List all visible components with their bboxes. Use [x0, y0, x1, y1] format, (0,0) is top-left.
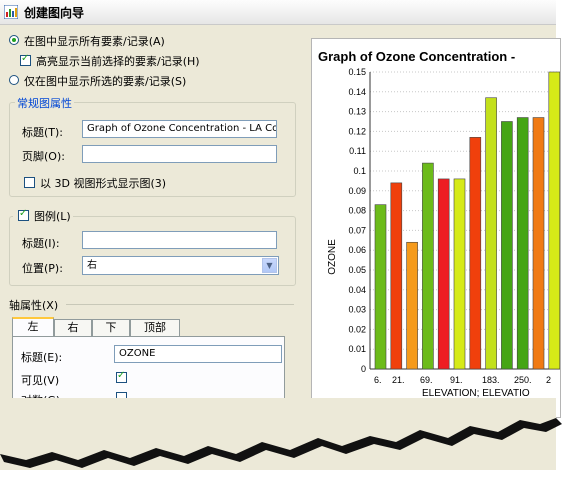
- chart-bar: [485, 97, 497, 370]
- x-tick-label: 183.: [482, 375, 500, 385]
- chart-bar: [437, 178, 450, 370]
- chart-bar: [406, 241, 418, 370]
- y-tick-label: 0.11: [349, 146, 366, 156]
- y-tick-label: 0.07: [348, 225, 366, 235]
- torn-edge-decoration: [0, 398, 562, 468]
- x-tick-label: 250.: [514, 375, 532, 385]
- tab-left[interactable]: 左: [12, 317, 54, 337]
- chart-bar: [548, 71, 561, 370]
- axis-visible-label: 可见(V): [21, 374, 60, 387]
- footer-label: 页脚(O):: [22, 150, 65, 163]
- checkbox-legend-label: 图例(L): [34, 210, 71, 223]
- checkbox-legend[interactable]: [18, 208, 29, 221]
- y-tick-label: 0.03: [348, 305, 366, 315]
- legend-title-label: 标题(I):: [22, 237, 60, 250]
- tab-bottom[interactable]: 下: [92, 319, 130, 336]
- chart-bars: [374, 71, 561, 370]
- x-tick-label: 6.: [374, 375, 382, 385]
- checkbox-highlight[interactable]: [20, 53, 31, 66]
- chart-bar: [422, 162, 434, 370]
- legend-position-value: 右: [87, 260, 97, 271]
- y-tick-label: 0.09: [348, 186, 366, 196]
- y-tick-label: 0: [361, 364, 366, 374]
- title-bar: 创建图向导: [0, 0, 556, 25]
- axis-title-label: 标题(E):: [21, 351, 63, 364]
- chart-bar: [469, 137, 482, 370]
- chart-preview: Graph of Ozone Concentration - OZONE ELE…: [311, 38, 561, 418]
- chart-bar: [374, 204, 387, 370]
- chevron-down-icon[interactable]: ▼: [262, 258, 277, 273]
- chart-title-label: 标题(T):: [22, 126, 64, 139]
- chart-title-input[interactable]: Graph of Ozone Concentration - LA Co: [82, 120, 277, 138]
- x-tick-label: 21.: [392, 375, 405, 385]
- chart-wizard-icon: [4, 5, 18, 19]
- y-tick-label: 0.15: [348, 67, 366, 77]
- y-axis-label: OZONE: [327, 239, 338, 275]
- legend-position-select[interactable]: 右 ▼: [82, 256, 279, 275]
- chart-bar: [501, 121, 513, 370]
- y-tick-label: 0.12: [348, 126, 366, 136]
- chart-bar: [390, 182, 403, 370]
- chart-bar: [516, 117, 529, 370]
- footer-input[interactable]: [82, 145, 277, 163]
- chart-bar: [532, 117, 545, 370]
- y-tick-label: 0.01: [348, 344, 366, 354]
- chart-title: Graph of Ozone Concentration -: [318, 49, 515, 64]
- checkbox-3d-view-label: 以 3D 视图形式显示图(3): [40, 177, 167, 190]
- radio-show-selected-label: 仅在图中显示所选的要素/记录(S): [24, 75, 187, 88]
- y-tick-label: 0.02: [348, 324, 366, 334]
- radio-show-all[interactable]: [9, 35, 19, 45]
- ozone-chart: Graph of Ozone Concentration - OZONE ELE…: [318, 49, 561, 399]
- radio-show-selected[interactable]: [9, 75, 19, 85]
- y-tick-label: 0.14: [348, 87, 366, 97]
- x-tick-label: 2: [546, 375, 551, 385]
- dialog-title: 创建图向导: [24, 6, 85, 20]
- axis-divider: [66, 304, 294, 305]
- y-tick-label: 0.08: [348, 206, 366, 216]
- legend-position-label: 位置(P):: [22, 262, 63, 275]
- y-axis-ticks: 0 0.01 0.02 0.03 0.04 0.05 0.06 0.07 0.08 0.09 0.1…: [348, 67, 366, 374]
- x-tick-label: 91.: [450, 375, 463, 385]
- axis-properties-label: 轴属性(X): [9, 299, 59, 312]
- legend-title-input[interactable]: [82, 231, 277, 249]
- chart-bar: [453, 178, 466, 370]
- tab-right[interactable]: 右: [54, 319, 92, 336]
- checkbox-highlight-label: 高亮显示当前选择的要素/记录(H): [36, 55, 200, 68]
- y-tick-label: 0.13: [348, 107, 366, 117]
- tab-top[interactable]: 顶部: [130, 319, 180, 336]
- axis-title-input[interactable]: OZONE: [114, 345, 282, 363]
- general-properties-legend: 常规图属性: [15, 95, 74, 111]
- y-tick-label: 0.05: [348, 265, 366, 275]
- x-axis-ticks: 6. 21. 69. 91. 183. 250. 2: [374, 375, 551, 385]
- radio-show-all-label: 在图中显示所有要素/记录(A): [24, 35, 165, 48]
- x-tick-label: 69.: [420, 375, 433, 385]
- checkbox-axis-visible[interactable]: [116, 370, 127, 383]
- y-tick-label: 0.1: [353, 166, 366, 176]
- y-tick-label: 0.04: [348, 285, 366, 295]
- y-tick-label: 0.06: [348, 245, 366, 255]
- checkbox-3d-view[interactable]: [24, 177, 35, 188]
